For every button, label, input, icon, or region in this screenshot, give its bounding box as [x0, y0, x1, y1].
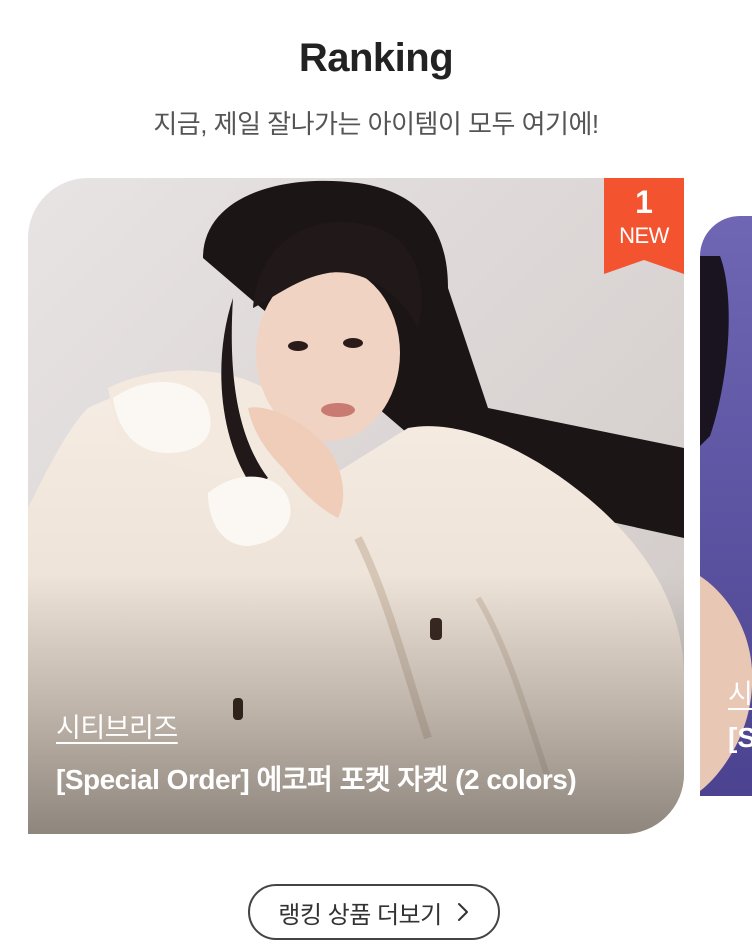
rank-badge: 1 NEW: [604, 178, 684, 274]
rank-number: 1: [635, 184, 653, 220]
section-subtitle: 지금, 제일 잘나가는 아이템이 모두 여기에!: [153, 109, 599, 139]
rank-new-tag: NEW: [619, 223, 669, 248]
section-title: Ranking: [298, 36, 454, 80]
product-card-2[interactable]: 시 [S: [700, 216, 752, 796]
ranking-page: Ranking 지금, 제일 잘나가는 아이템이 모두 여기에! 1 NEW 시…: [0, 0, 752, 944]
product-name-2[interactable]: [S: [728, 722, 752, 754]
product-brand-link[interactable]: 시티브리즈: [56, 706, 178, 745]
more-ranking-label: 랭킹 상품 더보기: [278, 901, 442, 929]
product-brand-link-2[interactable]: 시: [728, 672, 752, 711]
chevron-right-icon: [457, 903, 468, 921]
product-name[interactable]: [Special Order] 에코퍼 포켓 자켓 (2 colors): [56, 758, 577, 798]
product-card-1[interactable]: 1 NEW 시티브리즈 [Special Order] 에코퍼 포켓 자켓 (2…: [28, 178, 684, 834]
ranking-carousel[interactable]: 1 NEW 시티브리즈 [Special Order] 에코퍼 포켓 자켓 (2…: [0, 178, 752, 838]
more-ranking-button[interactable]: 랭킹 상품 더보기: [248, 884, 500, 940]
